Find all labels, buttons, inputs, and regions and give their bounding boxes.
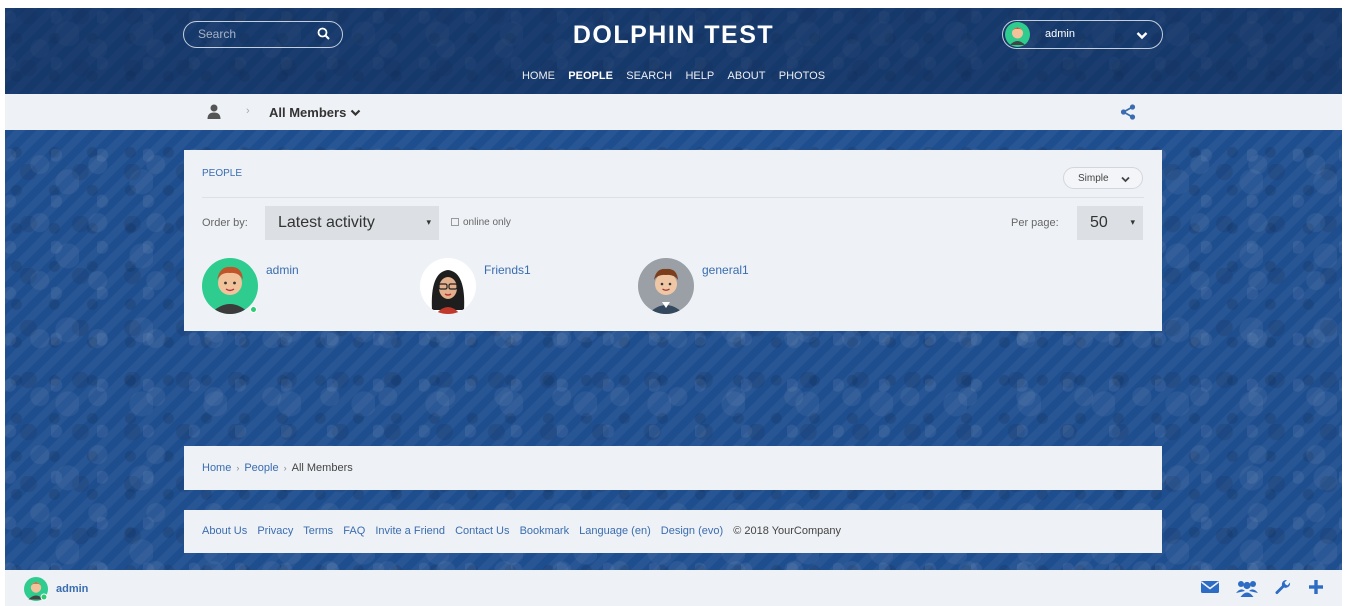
footer-links: About Us Privacy Terms FAQ Invite a Frie… [184,510,1162,553]
divider [202,197,1144,198]
nav-home[interactable]: HOME [522,70,555,82]
chevron-down-icon [1121,175,1130,186]
member-avatar[interactable] [638,258,694,314]
online-only-checkbox[interactable]: online only [451,217,511,228]
user-avatar[interactable] [24,577,48,601]
view-mode-label: Simple [1078,173,1109,184]
dropdown-arrow-icon: ▾ [1130,217,1135,227]
online-status-dot [250,306,257,313]
chevron-down-icon[interactable] [1136,29,1148,43]
breadcrumb-separator: › [236,463,240,473]
per-page-select[interactable]: 50 ▾ [1077,206,1143,240]
order-by-value: Latest activity [278,214,375,231]
nav-help[interactable]: HELP [685,70,714,82]
per-page-label: Per page: [1011,217,1059,229]
share-icon[interactable] [1120,104,1136,123]
bottom-toolbar-icons [1200,579,1324,600]
nav-search[interactable]: SEARCH [626,70,672,82]
page-background: DOLPHIN TEST admin HOME PEOPLE SEARCH HE… [5,8,1342,606]
nav-people[interactable]: PEOPLE [568,70,613,82]
user-menu[interactable]: admin [1002,20,1163,49]
breadcrumb-people[interactable]: People [244,462,278,474]
footer-link-about-us[interactable]: About Us [202,525,247,537]
site-header: DOLPHIN TEST admin HOME PEOPLE SEARCH HE… [5,8,1342,94]
nav-photos[interactable]: PHOTOS [779,70,825,82]
members-dropdown[interactable]: All Members [269,105,361,120]
members-dropdown-label: All Members [269,105,347,120]
people-panel: PEOPLE Simple Order by: Latest activity … [184,150,1162,331]
member-name[interactable]: Friends1 [484,263,531,277]
bottom-username[interactable]: admin [56,583,88,595]
footer-link-contact-us[interactable]: Contact Us [455,525,509,537]
breadcrumb-current: All Members [291,462,353,474]
footer-link-language[interactable]: Language (en) [579,525,651,537]
breadcrumb-home[interactable]: Home [202,462,231,474]
footer-link-terms[interactable]: Terms [303,525,333,537]
footer-link-invite-friend[interactable]: Invite a Friend [375,525,445,537]
order-by-select[interactable]: Latest activity ▾ [265,206,439,240]
nav-about[interactable]: ABOUT [728,70,766,82]
member-avatar[interactable] [202,258,258,314]
wrench-icon[interactable] [1274,579,1292,600]
footer-link-privacy[interactable]: Privacy [257,525,293,537]
footer-link-faq[interactable]: FAQ [343,525,365,537]
member-avatar[interactable] [420,258,476,314]
footer-link-bookmark[interactable]: Bookmark [520,525,570,537]
footer-link-design[interactable]: Design (evo) [661,525,723,537]
breadcrumb-separator: › [283,463,287,473]
view-mode-dropdown[interactable]: Simple [1063,167,1143,189]
copyright-text: © 2018 YourCompany [733,525,842,537]
checkbox-icon[interactable] [451,218,459,226]
group-icon[interactable] [1236,579,1258,600]
dropdown-arrow-icon: ▾ [426,217,431,227]
person-icon[interactable] [207,104,221,122]
per-page-value: 50 [1090,214,1108,231]
member-name[interactable]: admin [266,263,299,277]
online-only-label: online only [463,217,511,228]
bottom-toolbar: admin [5,570,1342,606]
chevron-right-icon: › [246,105,250,117]
order-by-label: Order by: [202,217,248,229]
chevron-down-icon [350,105,361,120]
member-name[interactable]: general1 [702,263,749,277]
sub-header-bar: › All Members [5,94,1342,130]
breadcrumb: Home › People › All Members [184,446,1162,490]
panel-title: PEOPLE [202,168,243,179]
plus-icon[interactable] [1308,579,1324,600]
user-avatar[interactable] [1005,22,1030,47]
user-menu-name: admin [1045,28,1075,40]
main-nav: HOME PEOPLE SEARCH HELP ABOUT PHOTOS [5,68,1342,82]
envelope-icon[interactable] [1200,579,1220,600]
